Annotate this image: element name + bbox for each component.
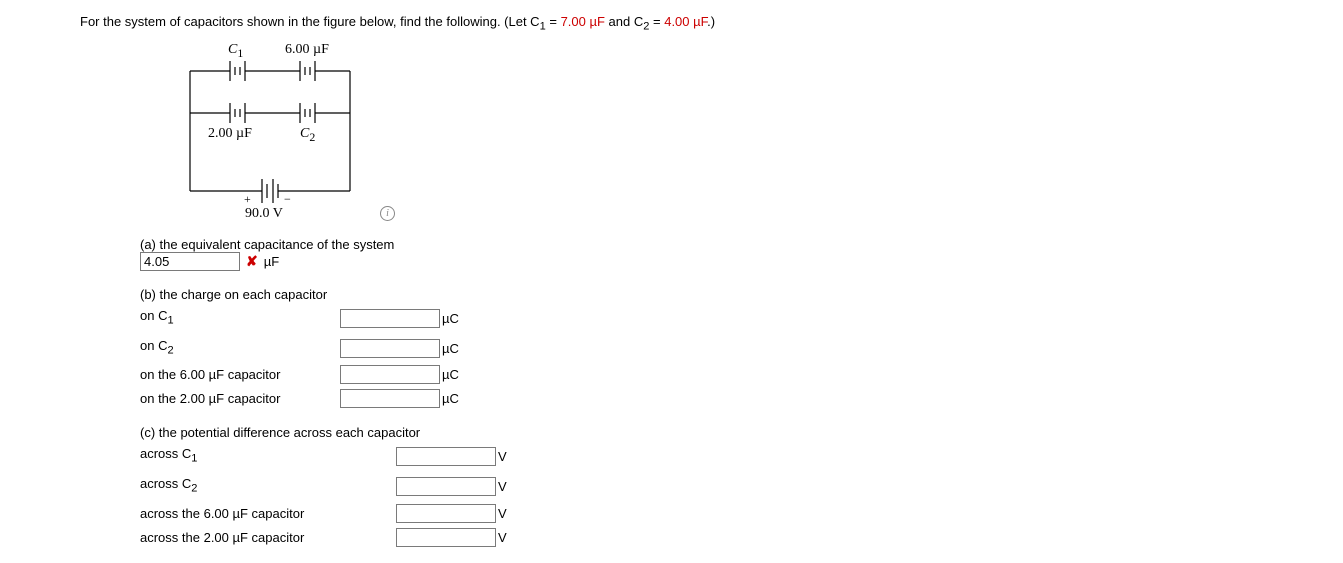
part-c: (c) the potential difference across each… [140, 425, 1263, 547]
label-c2: C2 [300, 126, 315, 145]
part-b-input-2[interactable] [340, 365, 440, 384]
label-6uf: 6.00 µF [285, 42, 329, 58]
question-prompt: For the system of capacitors shown in th… [80, 12, 1263, 35]
part-b-unit-1: µC [442, 338, 459, 359]
info-icon[interactable]: i [380, 206, 395, 221]
label-c1: C1 [228, 42, 243, 61]
part-a-unit: µF [264, 254, 279, 269]
part-c-unit-1: V [498, 476, 507, 497]
part-a: (a) the equivalent capacitance of the sy… [140, 237, 1263, 271]
part-c-unit-0: V [498, 446, 507, 467]
label-minus: − [284, 192, 291, 207]
part-b-input-0[interactable] [340, 309, 440, 328]
part-c-unit-3: V [498, 527, 507, 548]
part-a-input[interactable] [140, 252, 240, 271]
part-c-unit-2: V [498, 503, 507, 524]
part-b-label-0: on C1 [140, 305, 340, 332]
part-b-label-2: on the 6.00 µF capacitor [140, 364, 340, 385]
part-c-title: (c) the potential difference across each… [140, 425, 1263, 440]
part-b-unit-2: µC [442, 364, 459, 385]
part-c-label-3: across the 2.00 µF capacitor [140, 527, 396, 548]
label-2uf: 2.00 µF [208, 126, 252, 142]
part-b: (b) the charge on each capacitor on C1 µC… [140, 287, 1263, 409]
circuit-figure: C1 6.00 µF 2.00 µF C2 + − 90.0 V i [170, 41, 390, 221]
part-c-label-0: across C1 [140, 443, 396, 470]
part-c-input-3[interactable] [396, 528, 496, 547]
part-c-input-0[interactable] [396, 447, 496, 466]
part-b-label-1: on C2 [140, 335, 340, 362]
part-b-input-1[interactable] [340, 339, 440, 358]
part-b-unit-3: µC [442, 388, 459, 409]
part-c-label-1: across C2 [140, 473, 396, 500]
part-c-input-1[interactable] [396, 477, 496, 496]
part-c-label-2: across the 6.00 µF capacitor [140, 503, 396, 524]
label-voltage: 90.0 V [245, 206, 283, 222]
label-plus: + [244, 192, 251, 207]
wrong-icon: ✘ [246, 253, 258, 270]
part-a-title: (a) the equivalent capacitance of the sy… [140, 237, 1263, 252]
part-b-title: (b) the charge on each capacitor [140, 287, 1263, 302]
part-c-input-2[interactable] [396, 504, 496, 523]
part-b-label-3: on the 2.00 µF capacitor [140, 388, 340, 409]
part-b-input-3[interactable] [340, 389, 440, 408]
part-b-unit-0: µC [442, 308, 459, 329]
